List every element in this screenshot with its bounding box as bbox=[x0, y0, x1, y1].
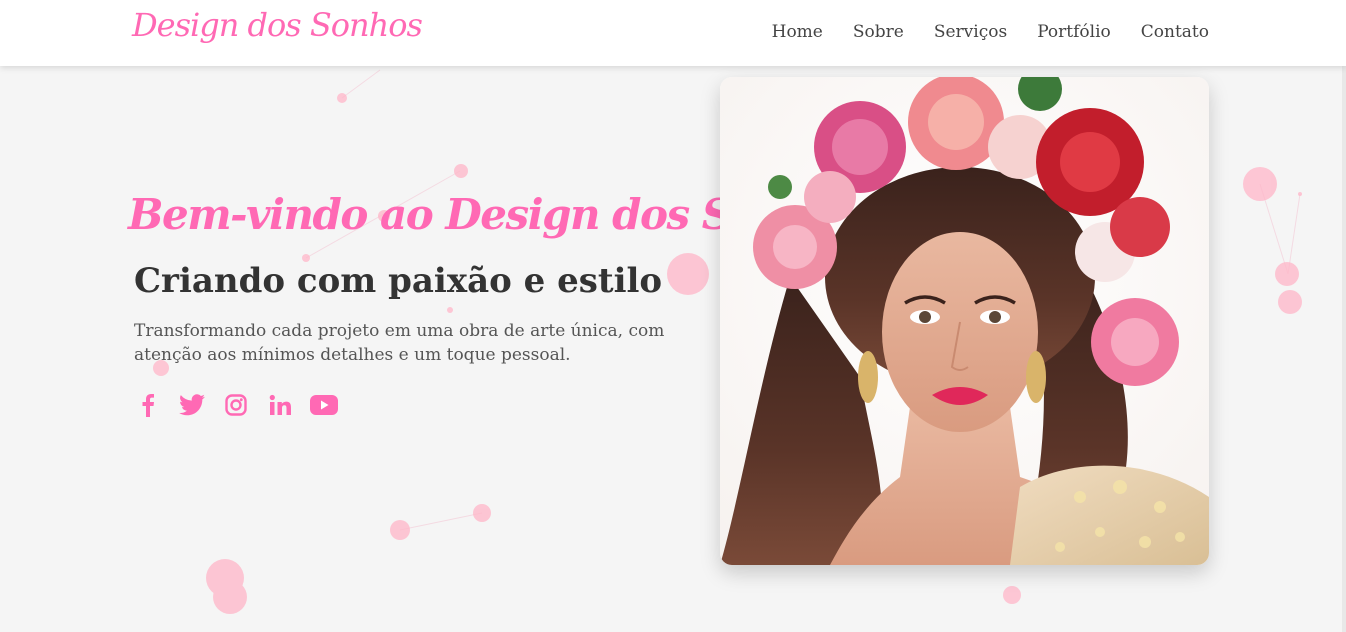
nav-link-contato[interactable]: Contato bbox=[1141, 22, 1209, 42]
page-scrollbar[interactable] bbox=[1342, 66, 1346, 632]
nav-link-portfolio[interactable]: Portfólio bbox=[1037, 22, 1111, 42]
nav-link-home[interactable]: Home bbox=[772, 22, 823, 42]
linkedin-icon[interactable] bbox=[266, 391, 294, 419]
twitter-icon[interactable] bbox=[178, 391, 206, 419]
nav-link-sobre[interactable]: Sobre bbox=[853, 22, 904, 42]
portrait-illustration bbox=[720, 77, 1209, 565]
nav-link-servicos[interactable]: Serviços bbox=[934, 22, 1007, 42]
hero-portrait-image bbox=[720, 77, 1209, 565]
youtube-icon[interactable] bbox=[310, 391, 338, 419]
navbar: Design dos Sonhos Home Sobre Serviços Po… bbox=[0, 0, 1346, 66]
site-logo[interactable]: Design dos Sonhos bbox=[132, 6, 423, 44]
facebook-icon[interactable] bbox=[134, 391, 162, 419]
nav-links: Home Sobre Serviços Portfólio Contato bbox=[772, 22, 1209, 42]
hero-tagline: Transformando cada projeto em uma obra d… bbox=[134, 321, 665, 365]
instagram-icon[interactable] bbox=[222, 391, 250, 419]
